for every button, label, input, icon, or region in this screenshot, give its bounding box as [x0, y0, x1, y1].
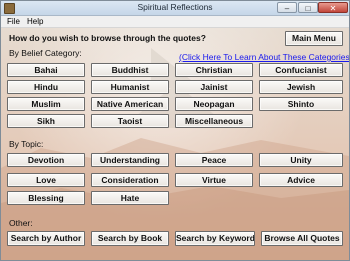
belief-button-shinto[interactable]: Shinto	[259, 97, 343, 111]
belief-heading: By Belief Category:	[9, 48, 82, 58]
topic-button-devotion[interactable]: Devotion	[7, 153, 85, 167]
topic-button-virtue[interactable]: Virtue	[175, 173, 253, 187]
belief-button-humanist[interactable]: Humanist	[91, 80, 169, 94]
topic-button-love[interactable]: Love	[7, 173, 85, 187]
other-heading: Other:	[9, 218, 33, 228]
title-bar[interactable]: Spiritual Reflections – □ ✕	[1, 1, 349, 16]
belief-button-jewish[interactable]: Jewish	[259, 80, 343, 94]
browse-all-button[interactable]: Browse All Quotes	[261, 231, 343, 246]
topic-button-understanding[interactable]: Understanding	[91, 153, 169, 167]
belief-button-miscellaneous[interactable]: Miscellaneous	[175, 114, 253, 128]
belief-button-neopagan[interactable]: Neopagan	[175, 97, 253, 111]
topic-button-hate[interactable]: Hate	[91, 191, 169, 205]
maximize-button[interactable]: □	[298, 2, 318, 13]
belief-button-taoist[interactable]: Taoist	[91, 114, 169, 128]
belief-button-muslim[interactable]: Muslim	[7, 97, 85, 111]
belief-button-confucianist[interactable]: Confucianist	[259, 63, 343, 77]
belief-button-native-american[interactable]: Native American	[91, 97, 169, 111]
belief-button-christian[interactable]: Christian	[175, 63, 253, 77]
belief-button-sikh[interactable]: Sikh	[7, 114, 85, 128]
topic-button-blessing[interactable]: Blessing	[7, 191, 85, 205]
topic-button-unity[interactable]: Unity	[259, 153, 343, 167]
search-book-button[interactable]: Search by Book	[91, 231, 169, 246]
browse-question: How do you wish to browse through the qu…	[9, 33, 206, 43]
search-keyword-button[interactable]: Search by Keyword	[175, 231, 255, 246]
topic-button-advice[interactable]: Advice	[259, 173, 343, 187]
belief-button-hindu[interactable]: Hindu	[7, 80, 85, 94]
menu-help[interactable]: Help	[27, 17, 43, 26]
topic-button-consideration[interactable]: Consideration	[91, 173, 169, 187]
menu-bar: File Help	[1, 16, 349, 28]
app-window: Spiritual Reflections – □ ✕ File Help Ho…	[0, 0, 350, 261]
main-panel: How do you wish to browse through the qu…	[1, 28, 349, 260]
menu-file[interactable]: File	[7, 17, 20, 26]
topic-button-peace[interactable]: Peace	[175, 153, 253, 167]
topic-heading: By Topic:	[9, 139, 44, 149]
search-author-button[interactable]: Search by Author	[7, 231, 85, 246]
close-button[interactable]: ✕	[318, 2, 348, 13]
main-menu-button[interactable]: Main Menu	[285, 31, 343, 46]
belief-button-buddhist[interactable]: Buddhist	[91, 63, 169, 77]
minimize-button[interactable]: –	[277, 2, 297, 13]
learn-categories-link[interactable]: (Click Here To Learn About These Categor…	[179, 52, 349, 62]
belief-button-jainist[interactable]: Jainist	[175, 80, 253, 94]
belief-button-bahai[interactable]: Bahai	[7, 63, 85, 77]
